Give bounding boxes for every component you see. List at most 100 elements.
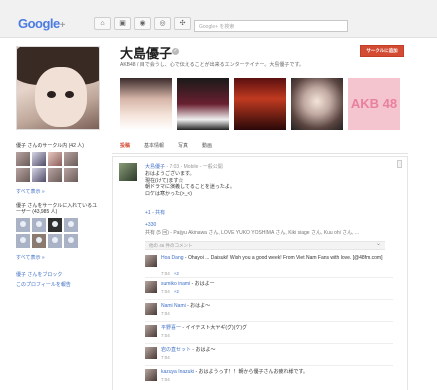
follower-avatar[interactable] <box>64 218 78 232</box>
verified-icon: ✓ <box>172 48 179 55</box>
akb48-logo-photo[interactable]: AKB 48 <box>348 78 400 130</box>
tab-photos[interactable]: 写真 <box>178 142 188 149</box>
comment-meta: 7:04 <box>161 333 174 338</box>
comment-meta: 7:04 <box>161 377 174 382</box>
circle-member-avatar[interactable] <box>32 152 46 166</box>
profile-photo[interactable] <box>177 78 229 130</box>
commenter-avatar[interactable] <box>145 369 157 381</box>
photos-icon[interactable]: ▣ <box>114 17 131 30</box>
followers-avatar-grid <box>16 218 102 248</box>
follower-avatar[interactable] <box>16 218 30 232</box>
comment-plus[interactable]: +2 <box>174 289 179 294</box>
commenter-name[interactable]: 平野喜一 <box>161 325 181 331</box>
comment-body: - おはよー <box>190 281 215 287</box>
commenter-name[interactable]: 岩の直セット <box>161 347 191 353</box>
photo-strip: AKB 48 <box>120 78 400 130</box>
commenter-avatar[interactable] <box>145 325 157 337</box>
comment-text: Hoa Dang - Ohayoi ... Daisuki! Wish you … <box>161 255 391 261</box>
circle-member-avatar[interactable] <box>64 168 78 182</box>
games-icon[interactable]: ✣ <box>174 17 191 30</box>
circle-member-avatar[interactable] <box>64 152 78 166</box>
comment-time: 7:04 <box>161 289 170 294</box>
circle-member-avatar[interactable] <box>48 152 62 166</box>
plus-count[interactable]: +330 <box>145 222 156 228</box>
comment-divider <box>145 277 393 278</box>
block-link[interactable]: 優子 さんをブロック <box>16 271 102 278</box>
follower-avatar[interactable] <box>48 218 62 232</box>
follower-avatar[interactable] <box>32 234 46 248</box>
akb48-logo-text: AKB 48 <box>350 96 398 111</box>
commenter-name[interactable]: Hoa Dang <box>161 255 184 261</box>
post-body: おはようございます。 現在(けて)ます☆ 朝ドラマに演義してることを迷ったよ。 … <box>145 171 235 197</box>
plus-one-share-links[interactable]: +1 - 共有 <box>145 209 165 216</box>
tab-about[interactable]: 基本情報 <box>144 142 164 149</box>
home-icon[interactable]: ⌂ <box>94 17 111 30</box>
in-circles-label: 優子 さんをサークルに入れているユーザー (43,985 人) <box>16 203 98 215</box>
post-line: おはようございます。 <box>145 171 195 177</box>
comment-plus[interactable]: +2 <box>174 271 179 276</box>
comment-body: - おはよ〜 <box>191 347 216 353</box>
show-all-link[interactable]: すべて表示 » <box>16 254 102 261</box>
follower-avatar[interactable] <box>48 234 62 248</box>
show-all-link[interactable]: すべて表示 » <box>16 188 102 195</box>
post-line: ロケは寒かった(>_<) <box>145 190 192 197</box>
commenter-avatar[interactable] <box>145 347 157 359</box>
logo-plus: + <box>59 20 66 31</box>
logo-text: Google <box>18 16 60 31</box>
add-to-circles-button[interactable]: サークルに追加 <box>360 45 404 57</box>
circle-member-avatar[interactable] <box>32 168 46 182</box>
expand-comments-bar[interactable]: 他の 46 件のコメント <box>145 241 385 250</box>
commenter-name[interactable]: Nami Nami <box>161 303 186 309</box>
profile-tagline: AKB48 / 目で会うし、心で伝えることが出来るエンターテイナー。大島優子です… <box>120 62 304 68</box>
circles-label: 優子 さんのサークル内 (42 人) <box>16 143 84 149</box>
comment-body: - Ohayoi ... Daisuki! Wish you a good we… <box>183 255 383 261</box>
comment-divider <box>145 321 393 322</box>
follower-avatar[interactable] <box>64 234 78 248</box>
comment-time: 7:04 <box>161 333 170 338</box>
comment-body: - おはようっす！！朝から優子さんお疲れ様です。 <box>194 369 309 375</box>
comment-time: 7:04 <box>161 271 170 276</box>
shared-by-text[interactable]: 共有 (5 回) - Paijyu Akinawa さん, LOVE YUKO … <box>145 229 401 236</box>
profile-avatar <box>16 46 100 130</box>
comment-divider <box>145 343 393 344</box>
circle-member-avatar[interactable] <box>16 168 30 182</box>
post-author-avatar[interactable] <box>119 163 137 181</box>
profile-photo[interactable] <box>234 78 286 130</box>
search-input[interactable]: Google+ を検索 <box>194 20 348 32</box>
tab-posts[interactable]: 投稿 <box>120 142 130 149</box>
commenter-name[interactable]: kazuya Inazuki <box>161 369 194 375</box>
follower-avatar[interactable] <box>32 218 46 232</box>
commenter-avatar[interactable] <box>145 281 157 293</box>
google-plus-logo[interactable]: Google+ <box>18 16 66 31</box>
circles-icon[interactable]: ◎ <box>154 17 171 30</box>
post-meta: 大島優子 - 7:03 - Mobile - 一般公開 <box>145 163 223 170</box>
post-author[interactable]: 大島優子 <box>145 164 165 170</box>
comment-text: 平野喜一 - イイテスト大ヤギ(グ)(ケ)グ <box>161 325 391 331</box>
comment-divider <box>145 299 393 300</box>
comment-divider <box>145 365 393 366</box>
comment-text: 岩の直セット - おはよ〜 <box>161 347 391 353</box>
commenter-name[interactable]: sumiko inami <box>161 281 190 287</box>
comment-meta: 7:04 +2 <box>161 271 179 276</box>
comment-time: 7:04 <box>161 355 170 360</box>
comment-time: 7:04 <box>161 377 170 382</box>
tab-videos[interactable]: 動画 <box>202 142 212 149</box>
commenter-avatar[interactable] <box>145 255 157 267</box>
comment-text: sumiko inami - おはよー <box>161 281 391 287</box>
circle-member-avatar[interactable] <box>16 152 30 166</box>
comment-text: kazuya Inazuki - おはようっす！！朝から優子さんお疲れ様です。 <box>161 369 391 375</box>
circle-member-avatar[interactable] <box>48 168 62 182</box>
post-options-toggle[interactable] <box>397 160 402 168</box>
comment-body: - おはよ〜 <box>185 303 211 309</box>
follower-avatar[interactable] <box>16 234 30 248</box>
profile-photo[interactable] <box>120 78 172 130</box>
comment-body: - イイテスト大ヤギ(グ)(ケ)グ <box>181 325 248 331</box>
profile-photo[interactable] <box>291 78 343 130</box>
post-stream: 大島優子 - 7:03 - Mobile - 一般公開 おはようございます。 現… <box>112 156 408 390</box>
comment-time: 7:04 <box>161 311 170 316</box>
comment-text: Nami Nami - おはよ〜 <box>161 303 391 309</box>
report-link[interactable]: このプロフィールを報告 <box>16 281 102 288</box>
comment-meta: 7:04 <box>161 355 174 360</box>
commenter-avatar[interactable] <box>145 303 157 315</box>
profile-icon[interactable]: ◉ <box>134 17 151 30</box>
